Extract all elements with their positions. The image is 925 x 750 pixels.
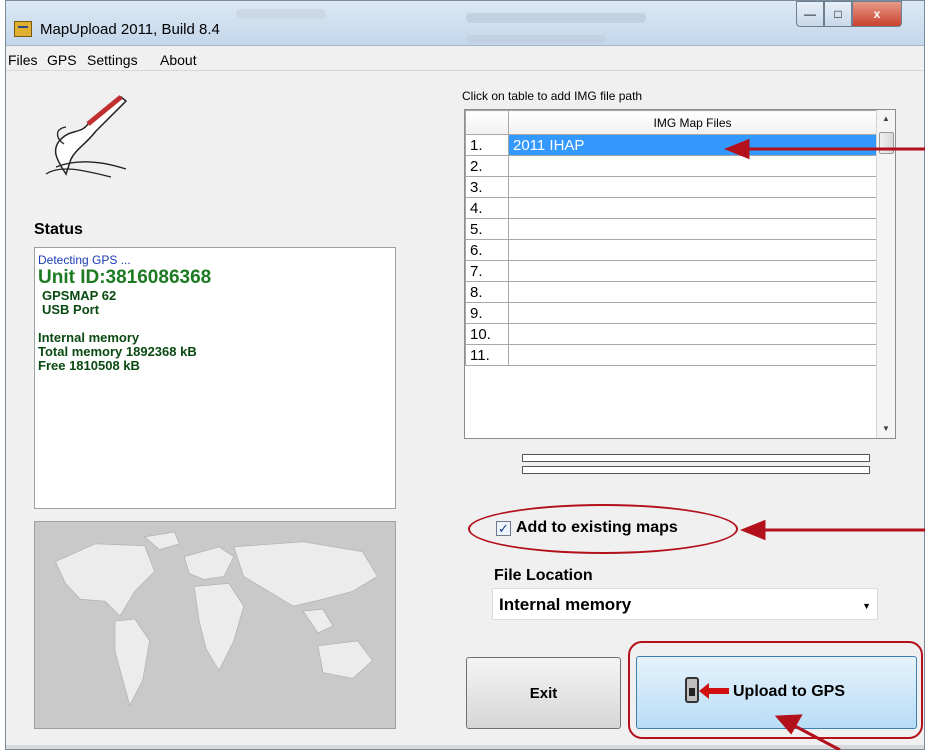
file-cell[interactable] [508,302,877,324]
table-row[interactable]: 2. [465,155,877,177]
table-row[interactable]: 1. 2011 IHAP [465,134,877,156]
files-grid[interactable]: IMG Map Files 1. 2011 IHAP 2. 3. 4. 5. 6… [465,110,877,366]
file-location-select[interactable]: Internal memory ▼ [492,588,878,620]
row-number: 6. [465,239,509,261]
row-number: 8. [465,281,509,303]
title-bar: MapUpload 2011, Build 8.4 — □ x [6,1,924,46]
table-row[interactable]: 3. [465,176,877,198]
scroll-down-arrow-icon[interactable]: ▼ [877,420,895,438]
upload-label: Upload to GPS [733,683,845,700]
chevron-down-icon[interactable]: ▼ [862,601,871,611]
table-row[interactable]: 10. [465,323,877,345]
progress-bar [522,454,870,462]
file-cell[interactable] [508,218,877,240]
row-number: 10. [465,323,509,345]
table-row[interactable]: 5. [465,218,877,240]
status-detecting: Detecting GPS ... [38,253,131,267]
status-log: Detecting GPS ... Unit ID:3816086368 GPS… [34,247,396,509]
add-existing-checkbox[interactable]: ✓ [496,521,511,536]
file-cell[interactable] [508,176,877,198]
file-location-label: File Location [494,567,593,584]
row-number: 1. [465,134,509,156]
upload-to-gps-button[interactable]: Upload to GPS [636,656,917,729]
menu-files[interactable]: Files [8,52,38,68]
img-map-files-header[interactable]: IMG Map Files [508,110,877,135]
exit-button[interactable]: Exit [466,657,621,729]
table-row[interactable]: 11. [465,344,877,366]
menu-bar: Files GPS Settings About [6,48,924,71]
red-arrow-icon [699,683,729,699]
file-cell[interactable]: 2011 IHAP [508,134,877,156]
table-row[interactable]: 9. [465,302,877,324]
row-number: 9. [465,302,509,324]
table-row[interactable]: 8. [465,281,877,303]
row-number: 3. [465,176,509,198]
menu-settings[interactable]: Settings [87,52,138,68]
scroll-thumb[interactable] [879,132,894,154]
file-cell[interactable] [508,323,877,345]
status-unit-id: Unit ID:3816086368 [38,267,212,288]
row-number: 2. [465,155,509,177]
file-cell[interactable] [508,239,877,261]
blurred-background-text [236,9,326,19]
file-cell[interactable] [508,260,877,282]
blurred-background-text [466,13,646,23]
status-heading: Status [34,221,83,238]
close-button[interactable]: x [852,1,902,27]
scroll-up-arrow-icon[interactable]: ▲ [877,110,895,128]
status-port: USB Port [42,302,100,317]
status-model: GPSMAP 62 [42,288,117,303]
window-title: MapUpload 2011, Build 8.4 [40,21,220,38]
file-location-value: Internal memory [499,595,632,614]
file-cell[interactable] [508,197,877,219]
table-hint: Click on table to add IMG file path [462,89,643,103]
status-total-memory: Total memory 1892368 kB [38,344,197,359]
table-row[interactable]: 7. [465,260,877,282]
add-existing-label[interactable]: Add to existing maps [516,519,678,537]
status-free-memory: Free 1810508 kB [38,358,140,373]
row-number-header [465,110,509,135]
progress-bar-secondary [522,466,870,474]
maximize-button[interactable]: □ [824,1,852,27]
row-number: 4. [465,197,509,219]
file-cell[interactable] [508,281,877,303]
world-map-image [34,521,396,729]
window-bottom-edge [6,745,924,749]
row-number: 7. [465,260,509,282]
status-memory-type: Internal memory [38,330,140,345]
signature-pen-icon [45,95,128,178]
row-number: 5. [465,218,509,240]
table-row[interactable]: 4. [465,197,877,219]
blurred-background-text [466,35,606,43]
app-window: MapUpload 2011, Build 8.4 — □ x Files GP… [5,0,925,750]
img-map-files-table[interactable]: IMG Map Files 1. 2011 IHAP 2. 3. 4. 5. 6… [464,109,896,439]
gps-device-icon [685,677,699,703]
menu-about[interactable]: About [160,52,197,68]
row-number: 11. [465,344,509,366]
app-icon [14,21,32,37]
table-scrollbar[interactable]: ▲ ▼ [876,110,895,438]
minimize-button[interactable]: — [796,1,824,27]
table-row[interactable]: 6. [465,239,877,261]
menu-gps[interactable]: GPS [47,52,77,68]
file-cell[interactable] [508,344,877,366]
file-cell[interactable] [508,155,877,177]
